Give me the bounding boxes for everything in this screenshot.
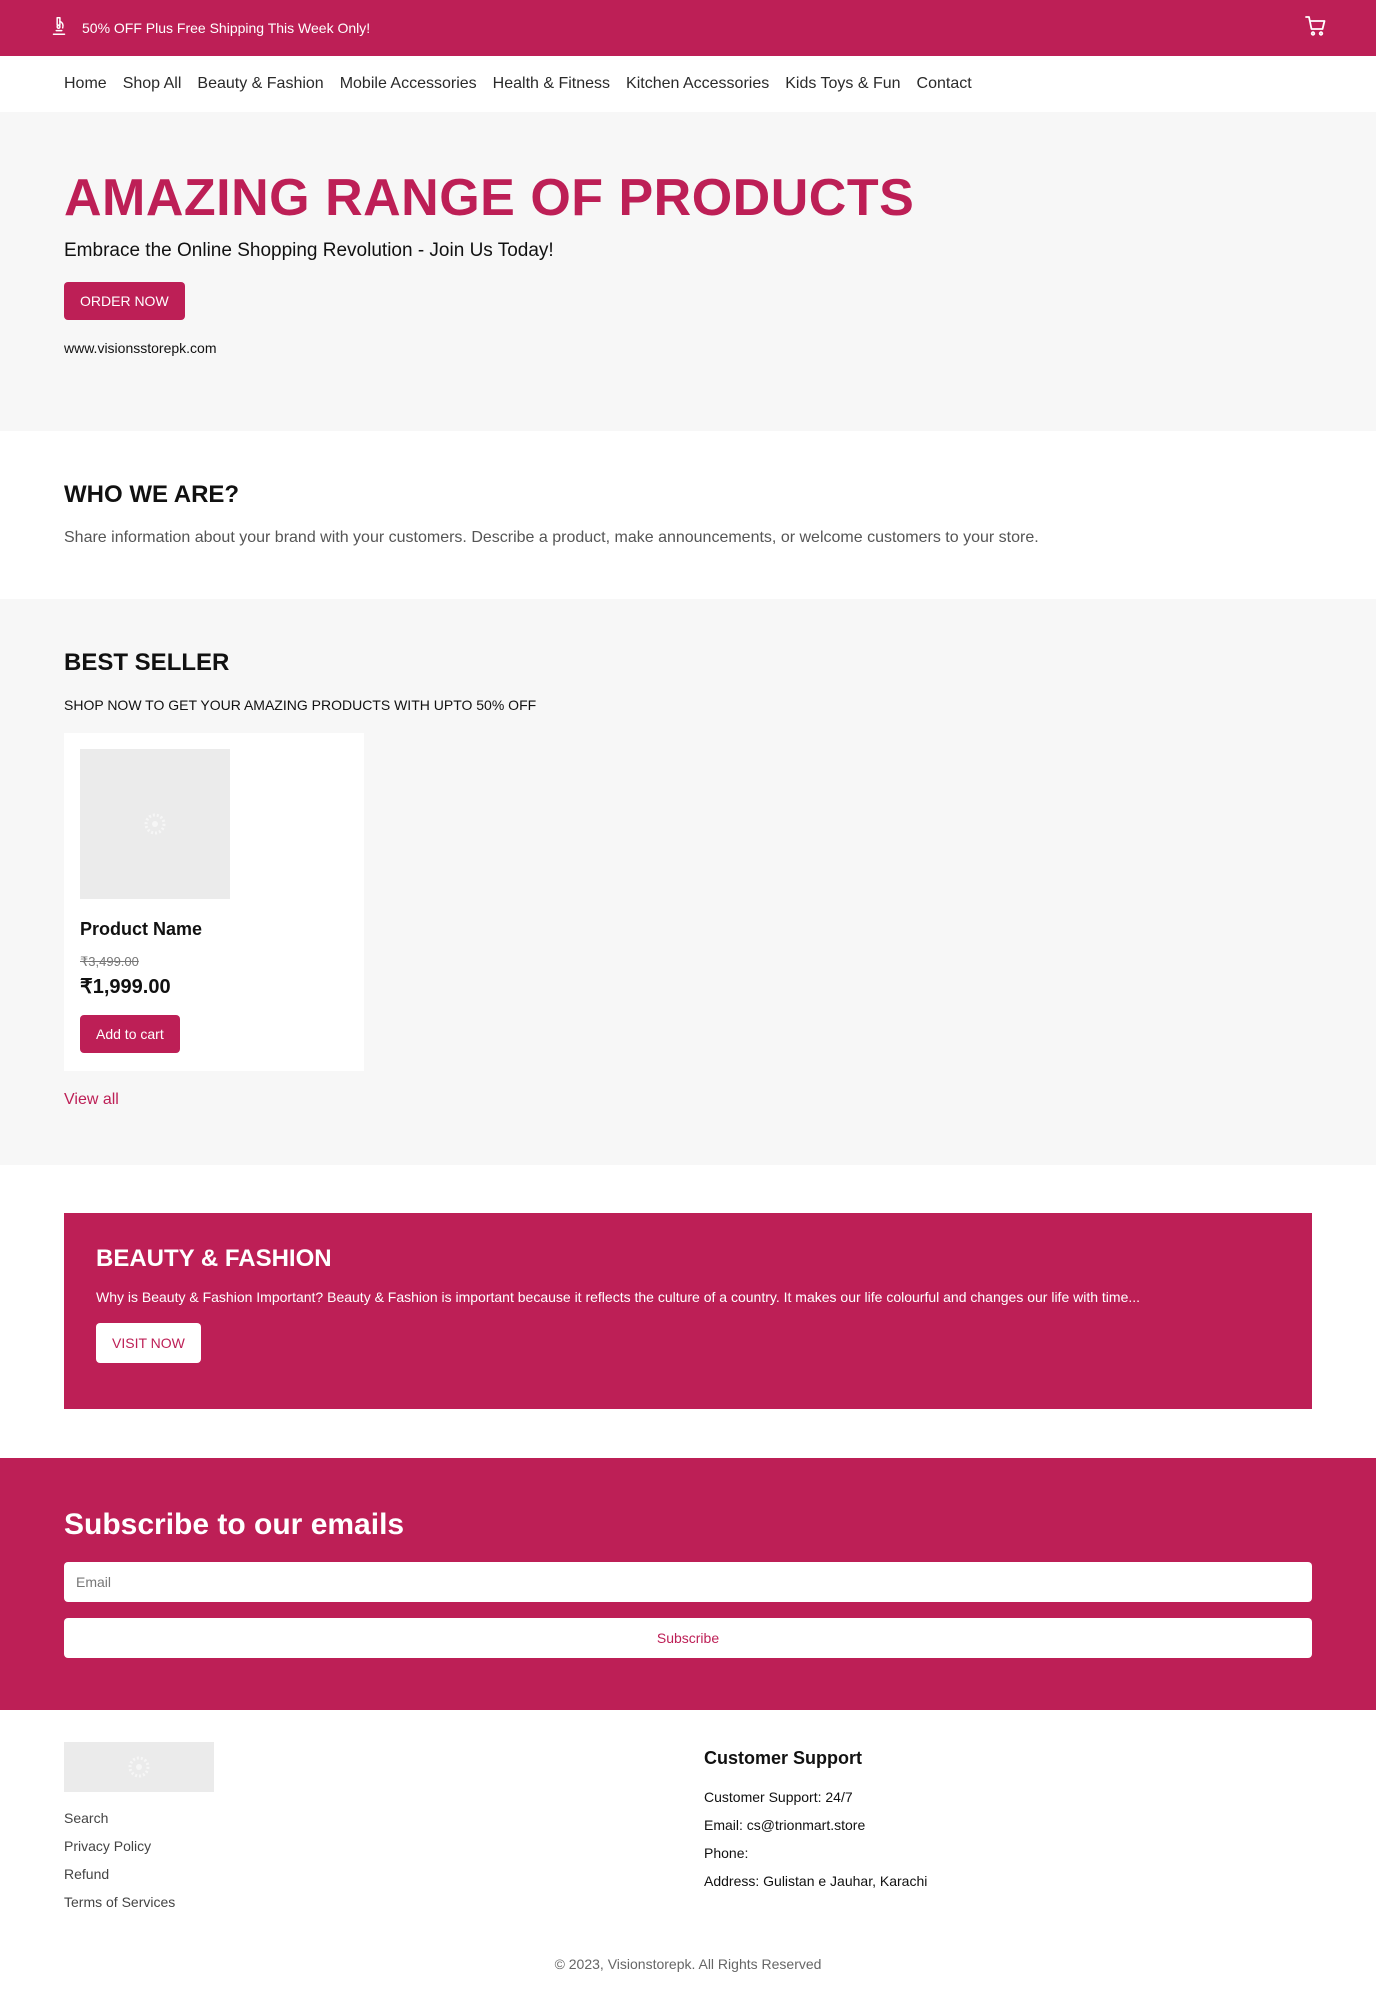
best-seller-tagline: SHOP NOW TO GET YOUR AMAZING PRODUCTS WI… — [64, 697, 537, 713]
best-seller-title: BEST SELLER — [64, 649, 230, 676]
nav-item-kitchen-accessories[interactable]: Kitchen Accessories — [626, 75, 769, 93]
microscope-icon — [48, 15, 70, 42]
visit-now-button[interactable]: VISIT NOW — [96, 1323, 201, 1363]
who-we-are-section: WHO WE ARE? Share information about your… — [0, 431, 1376, 599]
footer-link-refund[interactable]: Refund — [64, 1866, 704, 1882]
hero-url: www.visionsstorepk.com — [64, 340, 217, 356]
support-email: Email: cs@trionmart.store — [704, 1817, 866, 1833]
footer: Search Privacy Policy Refund Terms of Se… — [0, 1710, 1376, 1980]
copyright: © 2023, Visionstorepk. All Rights Reserv… — [554, 1956, 822, 1972]
footer-link-search[interactable]: Search — [64, 1810, 704, 1826]
who-text: Share information about your brand with … — [64, 529, 1039, 546]
announcement-text: 50% OFF Plus Free Shipping This Week Onl… — [82, 20, 371, 36]
product-name[interactable]: Product Name — [80, 919, 348, 940]
add-to-cart-button[interactable]: Add to cart — [80, 1015, 180, 1053]
email-input[interactable] — [64, 1562, 1312, 1602]
promo-title: BEAUTY & FASHION — [96, 1245, 332, 1272]
nav-item-home[interactable]: Home — [64, 75, 107, 93]
promo-banner: BEAUTY & FASHION Why is Beauty & Fashion… — [64, 1213, 1312, 1409]
support-title: Customer Support — [704, 1748, 863, 1768]
footer-links: Search Privacy Policy Refund Terms of Se… — [64, 1810, 704, 1910]
hero-title: AMAZING RANGE OF PRODUCTS — [64, 169, 915, 227]
who-title: WHO WE ARE? — [64, 481, 240, 508]
nav-item-beauty-fashion[interactable]: Beauty & Fashion — [197, 75, 323, 93]
subscribe-title: Subscribe to our emails — [64, 1508, 405, 1541]
customer-support: Customer Support Customer Support: 24/7 … — [704, 1742, 927, 1922]
hero-section: AMAZING RANGE OF PRODUCTS Embrace the On… — [0, 112, 1376, 431]
announcement-bar: 50% OFF Plus Free Shipping This Week Onl… — [0, 0, 1376, 56]
nav-item-health-fitness[interactable]: Health & Fitness — [493, 75, 610, 93]
footer-link-terms[interactable]: Terms of Services — [64, 1894, 704, 1910]
nav-item-shop-all[interactable]: Shop All — [123, 75, 182, 93]
view-all-link[interactable]: View all — [64, 1091, 119, 1109]
logo-placeholder[interactable] — [64, 1742, 214, 1792]
main-nav: Home Shop All Beauty & Fashion Mobile Ac… — [0, 56, 1376, 112]
best-seller-section: BEST SELLER SHOP NOW TO GET YOUR AMAZING… — [0, 599, 1376, 1165]
promo-text: Why is Beauty & Fashion Important? Beaut… — [96, 1289, 1141, 1305]
hero-subtitle: Embrace the Online Shopping Revolution -… — [64, 240, 554, 261]
support-phone: Phone: — [704, 1845, 749, 1861]
nav-item-contact[interactable]: Contact — [917, 75, 972, 93]
product-image-placeholder[interactable] — [80, 749, 230, 899]
subscribe-section: Subscribe to our emails Subscribe — [0, 1458, 1376, 1710]
product-price: ₹1,999.00 — [80, 976, 171, 998]
support-address: Address: Gulistan e Jauhar, Karachi — [704, 1873, 928, 1889]
placeholder-icon — [144, 813, 166, 835]
nav-item-kids-toys[interactable]: Kids Toys & Fun — [785, 75, 900, 93]
product-old-price: ₹3,499.00 — [80, 954, 139, 969]
product-card[interactable]: Product Name ₹3,499.00 ₹1,999.00 Add to … — [64, 733, 364, 1071]
subscribe-button[interactable]: Subscribe — [64, 1618, 1312, 1658]
order-now-button[interactable]: ORDER NOW — [64, 282, 185, 320]
promo-section: BEAUTY & FASHION Why is Beauty & Fashion… — [0, 1165, 1376, 1458]
nav-item-mobile-accessories[interactable]: Mobile Accessories — [340, 75, 477, 93]
placeholder-icon — [128, 1756, 150, 1778]
support-hours: Customer Support: 24/7 — [704, 1789, 853, 1805]
footer-link-privacy-policy[interactable]: Privacy Policy — [64, 1838, 704, 1854]
cart-icon[interactable] — [1304, 14, 1328, 43]
